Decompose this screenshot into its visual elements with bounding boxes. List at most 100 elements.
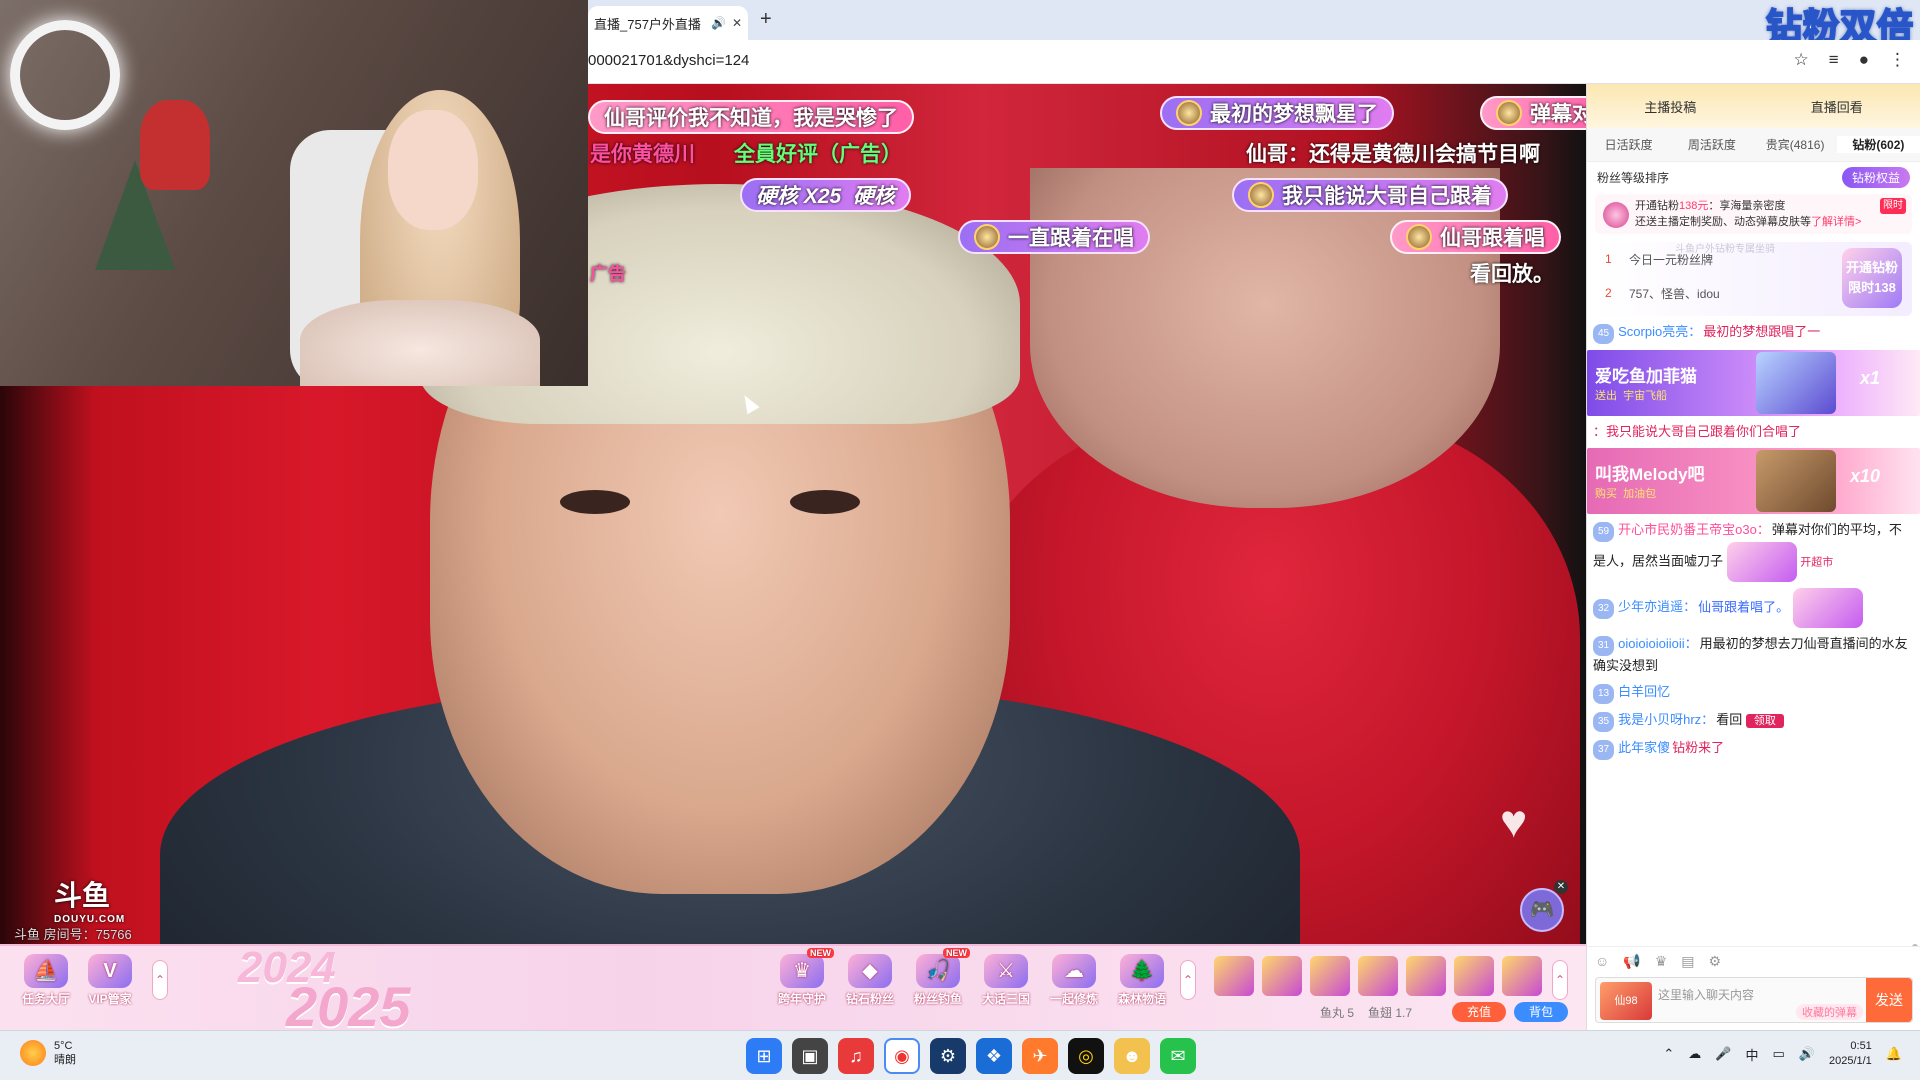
chat-message: 31 oioioioioiioii： 用最初的梦想去刀仙哥直播间的水友确实没想到 (1593, 636, 1908, 673)
streamer-face (388, 110, 478, 230)
avatar (1406, 224, 1432, 250)
cloud-icon[interactable]: ☁ (1688, 1046, 1701, 1062)
fishing-icon: 🎣 (916, 954, 960, 988)
browser-tab[interactable]: 直播_757户外直播 🔊 ✕ (588, 6, 748, 40)
settings-icon[interactable]: ⚙ (1709, 953, 1722, 970)
netease-music-icon[interactable]: ♫ (838, 1038, 874, 1074)
tab-vip[interactable]: 贵宾(4816) (1754, 136, 1837, 153)
woman-face (1030, 168, 1500, 508)
clipboard-icon[interactable]: ▤ (1681, 953, 1694, 970)
sort-label[interactable]: 粉丝等级排序 (1597, 169, 1669, 186)
chat-input[interactable]: 仙98 这里输入聊天内容 收藏的弹幕 发送 (1595, 977, 1913, 1023)
activity-item[interactable]: 🎣 粉丝钓鱼 NEW (908, 948, 970, 1007)
network-icon[interactable]: ▭ (1773, 1046, 1785, 1062)
saved-danmaku-button[interactable]: 收藏的弹幕 (1796, 1004, 1863, 1020)
vip-button[interactable]: V VIP管家 (80, 954, 140, 1007)
bookmark-star-icon[interactable]: ☆ (1794, 50, 1809, 70)
task-hall-button[interactable]: ⛵ 任务大厅 (16, 954, 76, 1007)
tab-diamond-fans[interactable]: 钻粉(602) (1836, 136, 1920, 153)
douyu-watermark: 斗鱼 DOUYU.COM (54, 880, 126, 925)
expand-arrow-icon[interactable]: ⌃ (1552, 960, 1568, 1000)
input-placeholder: 这里输入聊天内容 (1658, 988, 1755, 1002)
activity-item[interactable]: ♛ 跨年守护 NEW (772, 948, 834, 1007)
send-button[interactable]: 发送 (1866, 978, 1912, 1022)
avatar (1176, 100, 1202, 126)
chat-message: 37 此年家傻 钻粉来了 (1593, 738, 1914, 760)
media-control-icon[interactable]: ≡ (1829, 50, 1839, 70)
gift-banner: 叫我Melody吧 购买 加油包 x10 (1587, 448, 1920, 514)
notification-icon[interactable]: 🔔 (1886, 1046, 1902, 1062)
danmaku-item: 全員好评（广告） (734, 143, 902, 166)
expand-arrow-icon[interactable]: ⌃ (152, 960, 168, 1000)
activity-item[interactable]: ◆ 钻石粉丝 (840, 954, 900, 1007)
gift-toolbar: ⛵ 任务大厅 V VIP管家 ⌃ 2024 2025 ♛ 跨年守护 NEW ◆ 钻石粉丝 … (0, 944, 1586, 1038)
emoji-icon[interactable]: ☺ (1595, 953, 1609, 970)
activity-item[interactable]: ☁ 一起修炼 (1044, 954, 1104, 1007)
speaker-icon[interactable]: 🔊 (711, 16, 726, 30)
gift-item[interactable] (1406, 956, 1446, 996)
address-bar[interactable]: 000021701&dyshci=124 ☆ ≡ ● ⋮ (588, 40, 1920, 84)
ime-indicator[interactable]: 中 (1745, 1045, 1758, 1064)
avatar (1496, 100, 1522, 126)
menu-more-icon[interactable]: ⋮ (1889, 50, 1906, 70)
open-supermarket[interactable]: 开超市 (1800, 556, 1833, 568)
gift-item[interactable] (1214, 956, 1254, 996)
gift-item[interactable] (1454, 956, 1494, 996)
activity-item[interactable]: 🌲 森林物语 (1112, 954, 1172, 1007)
taskbar-apps: ⊞ ▣ ♫ ◉ ⚙ ❖ ✈ ◎ ☻ ✉ (746, 1038, 1196, 1074)
tab-weekly[interactable]: 周活跃度 (1670, 136, 1753, 153)
url-text[interactable]: 000021701&dyshci=124 (588, 52, 749, 69)
crown-icon[interactable]: ♛ (1655, 953, 1668, 970)
app-icon[interactable]: ☻ (1114, 1038, 1150, 1074)
close-icon[interactable]: ✕ (1554, 880, 1568, 894)
gift-item[interactable] (1310, 956, 1350, 996)
weather-widget[interactable]: 5°C 晴朗 (20, 1039, 76, 1067)
charge-button[interactable]: 充值 (1452, 1002, 1506, 1022)
rank-badge[interactable]: 开通钻粉 限时138 (1842, 248, 1902, 308)
system-tray: ⌃ ☁ 🎤 中 ▭ 🔊 0:51 2025/1/1 🔔 (1663, 1039, 1902, 1069)
eye-right (790, 490, 860, 514)
tab-title: 直播_757户外直播 (594, 16, 701, 32)
fan-benefit-button[interactable]: 钻粉权益 (1841, 166, 1910, 188)
volume-icon[interactable]: 🔊 (1799, 1046, 1815, 1062)
room-number: 斗鱼 房间号：75766 (14, 927, 132, 942)
gamepad-icon[interactable]: 🎮 (1520, 888, 1564, 932)
gift-item[interactable] (1262, 956, 1302, 996)
streamer-post-link[interactable]: 主播投稿 (1644, 97, 1696, 116)
replay-link[interactable]: 直播回看 (1811, 97, 1863, 116)
bag-button[interactable]: 背包 (1514, 1002, 1568, 1022)
tab-daily[interactable]: 日活跃度 (1587, 136, 1670, 153)
chrome-icon[interactable]: ◉ (884, 1038, 920, 1074)
clock[interactable]: 0:51 2025/1/1 (1829, 1039, 1872, 1069)
diamond-fan-promo[interactable]: 开通钻粉138元：享海量亲密度 还送主播定制奖励、动态弹幕皮肤等了解详情> 限时 (1595, 194, 1912, 234)
wallet-info: 鱼丸 5 鱼翅 1.7 (1320, 1004, 1412, 1021)
tray-expand-icon[interactable]: ⌃ (1663, 1046, 1674, 1062)
app-icon[interactable]: ◎ (1068, 1038, 1104, 1074)
chat-message: 32 少年亦逍遥： 仙哥跟着唱了。 (1593, 588, 1914, 628)
steam-icon[interactable]: ⚙ (930, 1038, 966, 1074)
profile-icon[interactable]: ● (1859, 50, 1869, 70)
gift-banner: 爱吃鱼加菲猫 送出 宇宙飞船 x1 (1587, 350, 1920, 416)
megaphone-icon[interactable]: 📢 (1623, 953, 1640, 970)
three-kingdoms-icon: ⚔ (984, 954, 1028, 988)
app-icon[interactable]: ✈ (1022, 1038, 1058, 1074)
vip-icon: V (88, 954, 132, 988)
streamer-camera (0, 0, 588, 386)
close-tab-icon[interactable]: ✕ (732, 16, 742, 30)
mic-icon[interactable]: 🎤 (1715, 1046, 1731, 1062)
task-view-icon[interactable]: ▣ (792, 1038, 828, 1074)
activity-item[interactable]: ⚔ 大话三国 (976, 954, 1036, 1007)
app-icon[interactable]: ❖ (976, 1038, 1012, 1074)
new-tab-icon[interactable]: + (760, 8, 772, 31)
fan-rank-list: 斗鱼户外钻粉专属坐骑 1 今日一元粉丝牌 2 757、怪兽、idou 开通钻粉 限时… (1595, 242, 1912, 316)
start-icon[interactable]: ⊞ (746, 1038, 782, 1074)
claim-button[interactable]: 领取 (1745, 714, 1784, 728)
expand-arrow-icon[interactable]: ⌃ (1180, 960, 1196, 1000)
avatar (1248, 182, 1274, 208)
chat-panel: 主播投稿 直播回看 日活跃度 周活跃度 贵宾(4816) 钻粉(602) 粉丝等… (1586, 84, 1920, 1030)
gift-item[interactable] (1358, 956, 1398, 996)
wechat-icon[interactable]: ✉ (1160, 1038, 1196, 1074)
gift-item[interactable] (1502, 956, 1542, 996)
rocket-gift-icon (1756, 352, 1836, 414)
task-hall-icon: ⛵ (24, 954, 68, 988)
